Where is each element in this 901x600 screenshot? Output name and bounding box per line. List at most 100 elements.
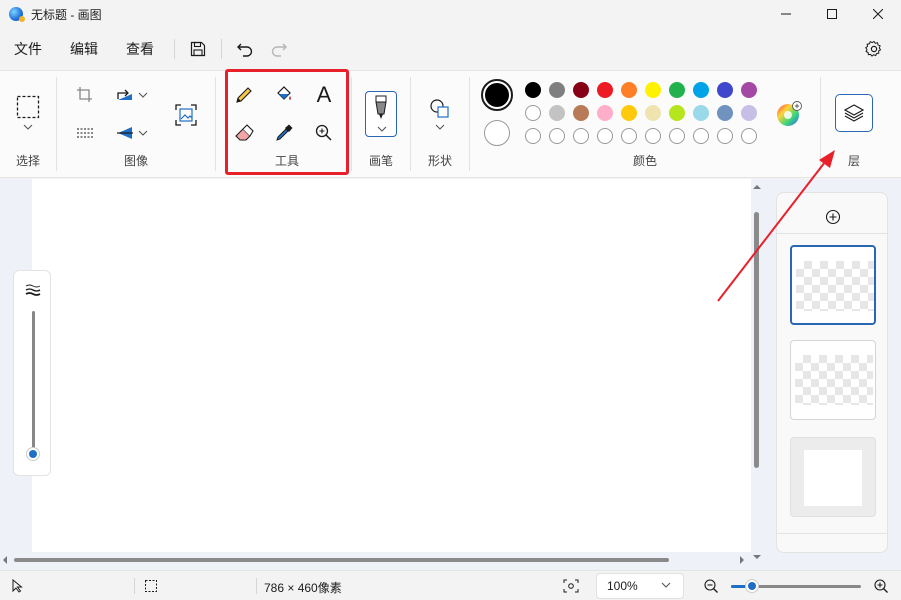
select-group-label: 选择	[15, 154, 40, 168]
zoom-slider[interactable]	[731, 579, 861, 593]
fill-tool[interactable]	[268, 79, 300, 111]
flip-icon	[117, 127, 133, 139]
horizontal-scrollbar[interactable]	[3, 555, 751, 565]
brushes-group: 画笔	[352, 71, 410, 177]
palette-swatch[interactable]	[573, 105, 589, 121]
minimize-button[interactable]	[763, 0, 809, 28]
scroll-left-icon	[3, 556, 7, 564]
zoom-in-button[interactable]	[872, 577, 890, 595]
brush-size-knob[interactable]	[26, 447, 40, 461]
brush-button[interactable]	[365, 91, 397, 137]
palette-swatch[interactable]	[621, 128, 637, 144]
primary-color-swatch[interactable]	[481, 79, 513, 111]
crop-button[interactable]	[69, 79, 101, 111]
menu-edit[interactable]: 编辑	[56, 34, 112, 64]
settings-button[interactable]	[859, 34, 889, 64]
zoom-slider-knob[interactable]	[745, 579, 759, 593]
fit-to-window-button[interactable]	[562, 577, 580, 595]
undo-icon	[237, 43, 253, 57]
redo-icon	[271, 43, 287, 57]
palette-swatch[interactable]	[549, 105, 565, 121]
palette-swatch[interactable]	[669, 105, 685, 121]
palette-swatch[interactable]	[525, 105, 541, 121]
horizontal-scroll-thumb[interactable]	[14, 558, 669, 562]
zoom-out-button[interactable]	[702, 577, 720, 595]
text-icon: A	[316, 82, 332, 107]
zoom-level-value: 100%	[607, 579, 638, 593]
palette-swatch[interactable]	[693, 105, 709, 121]
palette-swatch[interactable]	[621, 82, 637, 98]
palette-swatch[interactable]	[525, 82, 541, 98]
palette-swatch[interactable]	[573, 82, 589, 98]
palette-swatch[interactable]	[645, 128, 661, 144]
select-dropdown[interactable]	[12, 117, 44, 137]
palette-swatch[interactable]	[717, 82, 733, 98]
add-layer-button[interactable]	[823, 207, 843, 227]
undo-button[interactable]	[228, 34, 262, 64]
palette-swatch[interactable]	[669, 82, 685, 98]
palette-swatch[interactable]	[525, 128, 541, 144]
pencil-icon	[236, 87, 252, 103]
vertical-scrollbar[interactable]	[753, 184, 761, 560]
dashed-rect-select-icon	[16, 95, 40, 119]
palette-swatch[interactable]	[645, 82, 661, 98]
drawing-canvas[interactable]	[32, 179, 751, 552]
selection-icon	[145, 580, 157, 592]
color-picker-tool[interactable]	[268, 117, 300, 149]
save-button[interactable]	[181, 34, 215, 64]
vertical-scroll-thumb[interactable]	[754, 212, 759, 468]
zoom-level-select[interactable]: 100%	[596, 573, 684, 599]
palette-swatch[interactable]	[597, 82, 613, 98]
primary-color-fill	[485, 83, 509, 107]
palette-swatch[interactable]	[621, 105, 637, 121]
title-bar: 无标题 - 画图	[0, 0, 901, 28]
brushes-group-label: 画笔	[368, 154, 393, 168]
image-search-icon	[175, 104, 197, 126]
magnifier-tool[interactable]	[308, 117, 340, 149]
maximize-button[interactable]	[809, 0, 855, 28]
shapes-group: 形状	[411, 71, 469, 177]
redo-button[interactable]	[262, 34, 296, 64]
secondary-color-swatch[interactable]	[484, 120, 510, 146]
palette-swatch[interactable]	[597, 128, 613, 144]
palette-swatch[interactable]	[693, 128, 709, 144]
panel-divider	[777, 233, 887, 234]
brush-size-track[interactable]	[32, 311, 35, 461]
palette-swatch[interactable]	[717, 128, 733, 144]
palette-swatch[interactable]	[645, 105, 661, 121]
close-button[interactable]	[855, 0, 901, 28]
palette-swatch[interactable]	[717, 105, 733, 121]
rotate-icon	[117, 89, 132, 100]
window-title: 无标题 - 画图	[31, 7, 102, 22]
layer-thumbnail-background[interactable]	[790, 437, 876, 517]
palette-swatch[interactable]	[741, 82, 757, 98]
palette-swatch[interactable]	[597, 105, 613, 121]
gear-icon	[865, 40, 882, 57]
rotate-dropdown[interactable]	[135, 79, 151, 111]
palette-swatch[interactable]	[693, 82, 709, 98]
menu-view[interactable]: 查看	[112, 34, 168, 64]
flip-dropdown[interactable]	[135, 117, 151, 149]
layers-toggle-button[interactable]	[835, 94, 873, 132]
palette-swatch[interactable]	[669, 128, 685, 144]
edit-colors-button[interactable]	[776, 101, 802, 127]
pencil-tool[interactable]	[228, 79, 260, 111]
resize-button[interactable]	[69, 117, 101, 149]
chevron-down-icon	[377, 126, 387, 132]
layer-thumbnail-1[interactable]	[790, 245, 876, 325]
text-tool[interactable]: A	[308, 79, 340, 111]
palette-swatch[interactable]	[573, 128, 589, 144]
palette-swatch[interactable]	[549, 82, 565, 98]
ribbon-separator	[215, 77, 216, 171]
menu-file[interactable]: 文件	[0, 34, 56, 64]
brush-size-panel	[13, 270, 51, 476]
palette-swatch[interactable]	[549, 128, 565, 144]
palette-swatch[interactable]	[741, 105, 757, 121]
layer-thumbnail-2[interactable]	[790, 340, 876, 420]
fit-screen-icon	[563, 579, 579, 593]
eraser-tool[interactable]	[228, 117, 260, 149]
chevron-down-icon	[23, 124, 33, 130]
palette-swatch[interactable]	[741, 128, 757, 144]
shapes-dropdown[interactable]	[424, 117, 456, 137]
image-search-button[interactable]	[170, 99, 202, 131]
